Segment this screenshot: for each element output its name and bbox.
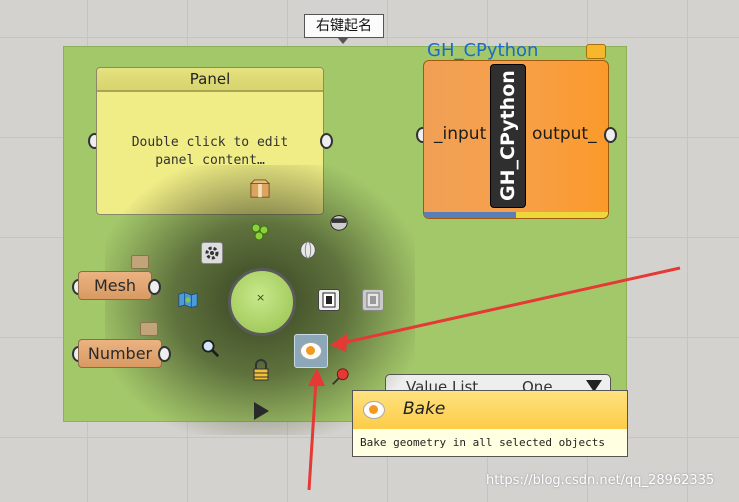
annotation-arrow-right bbox=[341, 266, 681, 345]
annotation-arrow-bottom bbox=[307, 379, 318, 491]
arrow-head-bottom bbox=[308, 368, 325, 386]
annotation-arrows bbox=[307, 266, 681, 491]
arrow-head-right bbox=[330, 333, 348, 352]
watermark: https://blog.csdn.net/qq_28962335 bbox=[486, 473, 715, 488]
